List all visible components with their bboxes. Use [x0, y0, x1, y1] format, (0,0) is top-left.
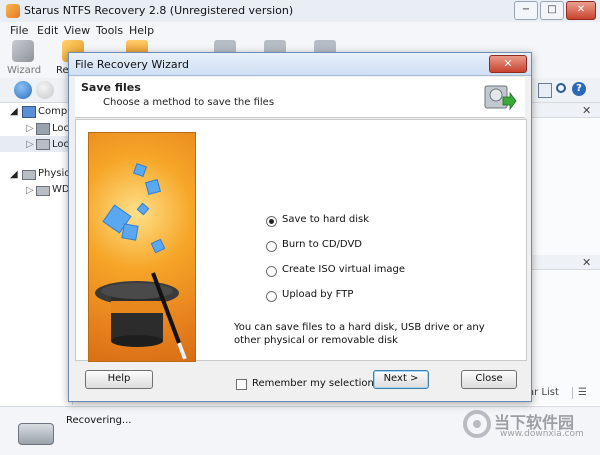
option-label-save-to-hard-disk[interactable]: Save to hard disk: [282, 214, 369, 225]
menu-tools[interactable]: Tools: [96, 24, 123, 37]
physical-disk-icon: [22, 170, 36, 180]
option-label-create-iso[interactable]: Create ISO virtual image: [282, 264, 405, 275]
dialog-title-bar: File Recovery Wizard ✕: [69, 53, 531, 76]
drive-icon: [36, 123, 50, 135]
help-icon[interactable]: ?: [572, 82, 586, 96]
wand-icon: [12, 40, 34, 62]
search-icon[interactable]: [556, 83, 566, 93]
watermark-logo: [462, 407, 492, 445]
list-icon[interactable]: ☰: [578, 387, 587, 398]
clear-list-label[interactable]: ar List: [528, 387, 559, 398]
pane-close-icon[interactable]: ✕: [582, 104, 591, 117]
view-icon[interactable]: [538, 83, 552, 98]
folder-tree-pane: ◢ Compu ▷ Loca ▷ Loca ◢ Physica ▷ WD: [0, 103, 76, 405]
back-arrow-icon[interactable]: [14, 81, 32, 99]
option-label-burn-to-cd[interactable]: Burn to CD/DVD: [282, 239, 362, 250]
pane-close-icon[interactable]: ✕: [582, 256, 591, 269]
drive-icon: [36, 186, 50, 196]
dialog-header: Save files Choose a method to save the f…: [75, 77, 525, 118]
menu-bar: File Edit View Tools Help: [0, 22, 600, 38]
magic-hat-illustration: [88, 132, 196, 362]
title-bar: Starus NTFS Recovery 2.8 (Unregistered v…: [0, 0, 600, 23]
menu-help[interactable]: Help: [129, 24, 154, 37]
menu-edit[interactable]: Edit: [37, 24, 58, 37]
hard-disk-icon: [18, 423, 54, 445]
help-button[interactable]: Help: [85, 370, 153, 389]
wizard-label: Wizard: [6, 65, 42, 76]
minimize-button[interactable]: −: [514, 1, 538, 20]
radio-burn-to-cd[interactable]: [266, 241, 277, 252]
close-button[interactable]: ✕: [566, 1, 596, 20]
watermark-url: www.downxia.com: [500, 429, 584, 439]
step-subtitle: Choose a method to save the files: [103, 97, 275, 108]
tree-item-wd[interactable]: WD: [52, 184, 70, 195]
maximize-button[interactable]: □: [540, 1, 564, 20]
wizard-button[interactable]: Wizard: [2, 38, 46, 76]
save-to-disk-icon: [483, 81, 517, 113]
drive-icon: [36, 139, 50, 150]
menu-file[interactable]: File: [10, 24, 28, 37]
dialog-title: File Recovery Wizard: [75, 58, 189, 71]
computer-icon: [22, 106, 36, 118]
recover-button[interactable]: Re: [48, 38, 84, 76]
radio-save-to-hard-disk[interactable]: [266, 216, 277, 227]
dialog-body: Save to hard disk Burn to CD/DVD Create …: [75, 119, 527, 390]
window-title: Starus NTFS Recovery 2.8 (Unregistered v…: [24, 4, 294, 17]
next-button[interactable]: Next >: [373, 370, 429, 389]
remember-selection-checkbox[interactable]: [236, 379, 247, 390]
radio-create-iso[interactable]: [266, 266, 277, 277]
option-description: You can save files to a hard disk, USB d…: [234, 322, 485, 346]
app-icon: [6, 4, 20, 18]
status-bar: Recovering... 当下软件园 www.downxia.com: [0, 406, 600, 455]
right-pane: ✕ ✕ ar List ☰: [528, 103, 600, 405]
radio-upload-ftp[interactable]: [266, 291, 277, 302]
close-dialog-button[interactable]: Close: [461, 370, 517, 389]
option-label-upload-ftp[interactable]: Upload by FTP: [282, 289, 353, 300]
dialog-close-button[interactable]: ✕: [489, 55, 527, 73]
file-recovery-wizard-dialog: File Recovery Wizard ✕ Save files Choose…: [68, 52, 532, 402]
step-title: Save files: [81, 81, 141, 94]
status-text: Recovering...: [66, 415, 132, 426]
forward-arrow-icon[interactable]: [36, 81, 54, 99]
remember-selection-label[interactable]: Remember my selection: [252, 378, 374, 389]
menu-view[interactable]: View: [64, 24, 90, 37]
